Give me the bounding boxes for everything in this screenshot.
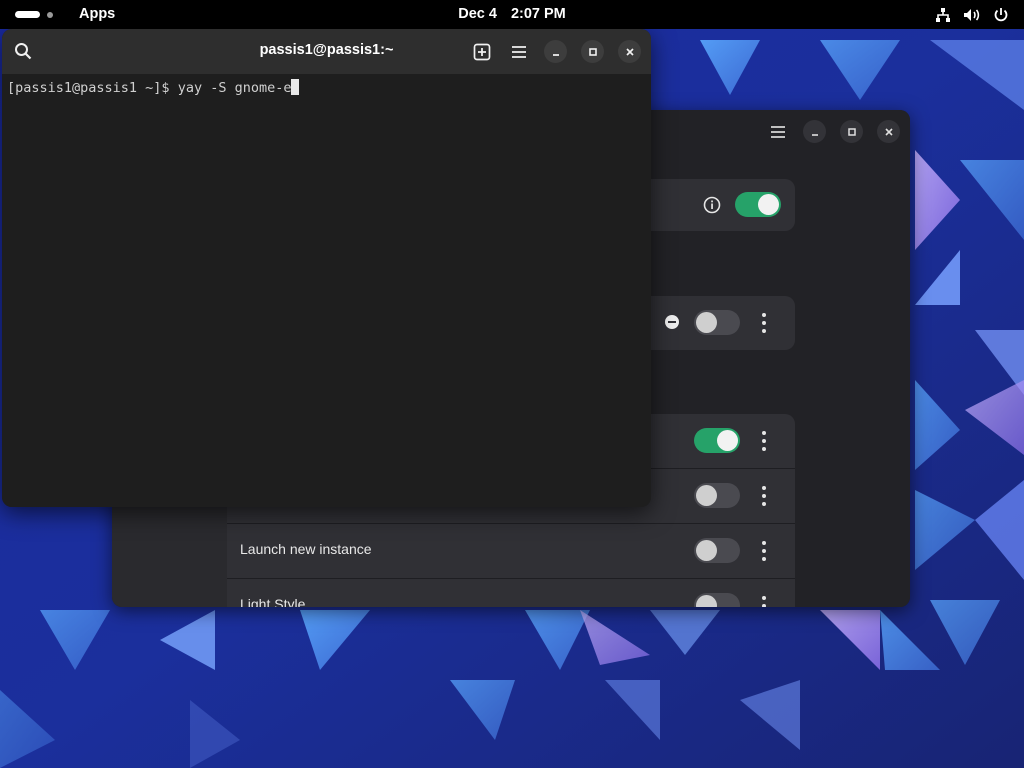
terminal-prompt: [passis1@passis1 ~]$ bbox=[7, 80, 178, 96]
terminal-window-controls bbox=[470, 40, 641, 63]
more-options-icon[interactable] bbox=[760, 313, 768, 333]
remove-icon[interactable] bbox=[664, 314, 680, 335]
extension-toggle-6[interactable] bbox=[694, 593, 740, 607]
row-label: Launch new instance bbox=[240, 541, 372, 557]
close-icon[interactable] bbox=[618, 40, 641, 63]
terminal-prompt-line[interactable]: [passis1@passis1 ~]$ yay -S gnome-e bbox=[7, 79, 300, 96]
new-tab-icon[interactable] bbox=[470, 40, 493, 63]
toggle-knob bbox=[696, 312, 717, 333]
extension-toggle-4[interactable] bbox=[694, 483, 740, 508]
top-bar: Apps Dec 4 2:07 PM bbox=[0, 0, 1024, 29]
settings-close-button[interactable] bbox=[877, 120, 900, 143]
list-item[interactable]: Launch new instance bbox=[227, 524, 795, 578]
extension-toggle-1[interactable] bbox=[735, 192, 781, 217]
text-cursor bbox=[291, 79, 300, 95]
clock[interactable]: Dec 4 2:07 PM bbox=[0, 6, 1024, 22]
more-options-icon[interactable] bbox=[760, 486, 768, 506]
settings-minimize-button[interactable] bbox=[803, 120, 826, 143]
settings-maximize-button[interactable] bbox=[840, 120, 863, 143]
terminal-window[interactable]: passis1@passis1:~ [passis1@passis1 ~]$ y… bbox=[2, 29, 651, 507]
volume-icon[interactable] bbox=[963, 6, 981, 24]
minimize-icon[interactable] bbox=[544, 40, 567, 63]
desktop: Apps Dec 4 2:07 PM Launch new instance L… bbox=[0, 0, 1024, 768]
toggle-knob bbox=[696, 595, 717, 607]
toggle-knob bbox=[696, 540, 717, 561]
clock-date: Dec 4 bbox=[458, 6, 497, 22]
system-tray[interactable] bbox=[934, 6, 1010, 24]
terminal-output[interactable]: [passis1@passis1 ~]$ yay -S gnome-e bbox=[2, 74, 651, 507]
toggle-knob bbox=[696, 485, 717, 506]
clock-time: 2:07 PM bbox=[510, 6, 566, 22]
menu-icon[interactable] bbox=[507, 40, 530, 63]
list-item[interactable]: Light Style bbox=[227, 579, 795, 607]
extension-toggle-5[interactable] bbox=[694, 538, 740, 563]
terminal-header-bar[interactable]: passis1@passis1:~ bbox=[2, 29, 651, 74]
toggle-knob bbox=[717, 430, 738, 451]
apps-button[interactable]: Apps bbox=[79, 6, 115, 22]
terminal-command: yay -S gnome-e bbox=[177, 80, 292, 96]
more-options-icon[interactable] bbox=[760, 596, 768, 607]
maximize-icon[interactable] bbox=[581, 40, 604, 63]
toggle-knob bbox=[758, 194, 779, 215]
row-label: Light Style bbox=[240, 596, 306, 607]
extension-toggle-3[interactable] bbox=[694, 428, 740, 453]
extension-toggle-2[interactable] bbox=[694, 310, 740, 335]
workspace-active bbox=[15, 11, 40, 18]
more-options-icon[interactable] bbox=[760, 541, 768, 561]
power-icon[interactable] bbox=[992, 6, 1010, 24]
network-icon[interactable] bbox=[934, 6, 952, 24]
workspace-inactive bbox=[47, 11, 53, 18]
workspace-indicator[interactable] bbox=[15, 11, 53, 18]
more-options-icon[interactable] bbox=[760, 431, 768, 451]
settings-window-controls bbox=[766, 120, 900, 143]
info-icon[interactable] bbox=[703, 196, 721, 219]
settings-menu-button[interactable] bbox=[766, 120, 789, 143]
